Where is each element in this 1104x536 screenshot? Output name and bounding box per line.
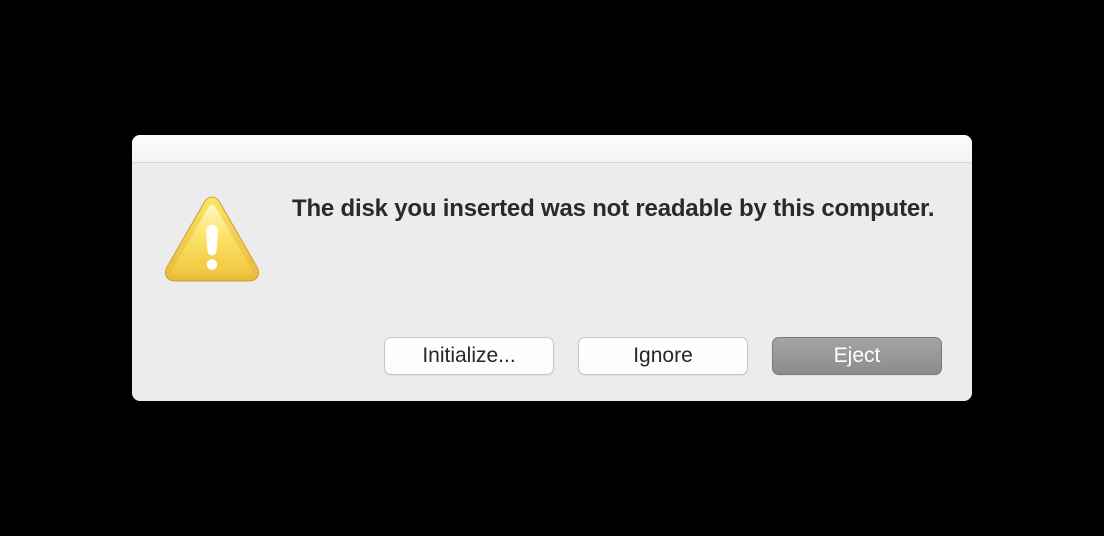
dialog-content: The disk you inserted was not readable b… (132, 163, 972, 307)
ignore-button[interactable]: Ignore (578, 337, 748, 375)
titlebar (132, 135, 972, 163)
eject-button[interactable]: Eject (772, 337, 942, 375)
button-row: Initialize... Ignore Eject (132, 337, 972, 401)
text-area: The disk you inserted was not readable b… (292, 191, 942, 224)
initialize-button[interactable]: Initialize... (384, 337, 554, 375)
warning-icon (162, 191, 262, 283)
alert-dialog: The disk you inserted was not readable b… (132, 135, 972, 401)
dialog-message: The disk you inserted was not readable b… (292, 193, 942, 224)
